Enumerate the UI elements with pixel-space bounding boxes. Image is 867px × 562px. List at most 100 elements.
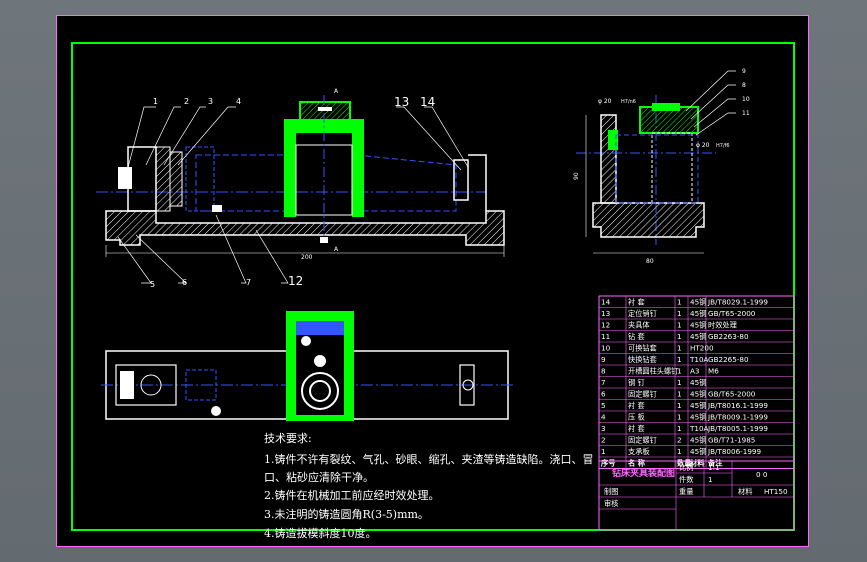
top-pin [211,406,221,416]
bom-cell: 1 [677,367,682,376]
bom-cell: 定位销钉 [628,309,657,318]
section-label: A [334,88,339,95]
bom-cell: 钢 钉 [628,378,645,387]
bom-header-cell: 名 称 [628,459,646,468]
bom-cell: 45钢 [690,447,706,456]
bom-cell: GB2263-80 [708,332,749,341]
bom-cell: 快换钻套 [628,355,657,364]
dimension-text: 200 [301,254,313,261]
bom-cell: 2 [601,436,606,445]
drawn-label: 制图 [604,487,618,496]
bom-cell: 45钢 [690,436,706,445]
bom-cell: 45钢 [690,378,706,387]
bom-cell: 1 [677,355,682,364]
material-label: 材料 [738,487,752,496]
callout-label: 12 [288,274,303,288]
bom-cell: 4 [601,413,606,422]
callout-label: 1 [153,97,158,106]
dimension-text: φ 20 [696,142,710,149]
bom-cell: 固定螺钉 [628,390,657,399]
bom-cell: 45钢 [690,332,706,341]
bom-cell: 9 [601,355,606,364]
bom-cell: 1 [677,390,682,399]
callout-label: 7 [246,278,251,287]
callout-label: 6 [182,278,187,287]
bom-cell: 1 [601,447,606,456]
bom-cell: 7 [601,378,606,387]
workpiece-outline [355,154,457,212]
bom-cell: 衬 套 [628,401,645,410]
bom-cell: GB/T71-1985 [708,436,755,445]
bom-cell: 夹具体 [628,321,650,330]
bom-cell: 1 [677,447,682,456]
bom-cell: GB/T65-2000 [708,309,756,318]
bom-cell: 衬 套 [628,424,645,433]
notes-heading: 技术要求: [264,432,312,445]
bom-cell: 1 [677,424,682,433]
dimension-text: 90 [573,172,580,180]
column-right [352,133,364,217]
pin-mark [212,205,222,212]
bom-cell: 45钢 [690,309,706,318]
section-label: A [334,246,339,253]
callout-label: 5 [150,280,155,289]
bom-cell: 45钢 [690,413,706,422]
note-line: 2.铸件在机械加工前应经时效处理。 [264,488,440,502]
bom-cell: A3 [690,367,700,376]
note-line: 4.铸造拔模斜度10度。 [264,526,377,540]
bom-cell: 45钢 [690,401,706,410]
drawing-title: 钻床夹具装配图 [612,467,675,479]
base-plate [105,210,505,246]
sheets-label: 件数 [679,475,693,484]
bom-cell: 1 [677,298,682,307]
top-drill-plate [296,321,344,335]
callout-label: 13 [394,95,409,109]
drawing-code: 0 0 [756,470,768,479]
bom-cell: 1 [677,401,682,410]
top-locator [120,371,134,399]
bom-cell: 5 [601,401,606,410]
side-bushing [652,103,680,111]
side-upright [600,114,617,204]
top-view [101,311,516,421]
bom-cell: 2 [677,436,682,445]
side-bore [651,132,693,204]
drawing-sheet: 200 A A 1 2 3 4 13 14 5 6 7 12 90 80 φ 2… [56,15,809,547]
material-value: HT150 [764,487,788,496]
weight-label: 重量 [679,487,693,496]
bom-cell: 45钢 [690,390,706,399]
bom-cell: 1 [677,344,682,353]
column-left [284,133,296,217]
bom-cell: 1 [677,378,682,387]
bom-cell: GB/T65-2000 [708,390,756,399]
side-workpiece [615,134,699,204]
bom-cell: 14 [601,298,611,307]
note-line: 口、粘砂应清除干净。 [264,470,374,484]
bom-cell: T10A [689,355,709,364]
top-screw [301,336,311,346]
bom-cell: 压 板 [628,413,645,422]
callout-label: 8 [742,82,746,89]
callout-label: 2 [184,97,189,106]
section-mark [320,237,328,243]
sheets-value: 1 [708,475,713,484]
dimension-text: 80 [646,258,654,265]
dimension-text: φ 20 [598,98,612,105]
callout-label: 9 [742,68,746,75]
bom-cell: JB/T8029.1-1999 [707,298,768,307]
tolerance-text: H7/f6 [716,143,730,149]
bom-cell: 固定螺钉 [628,436,657,445]
drawing-canvas: 200 A A 1 2 3 4 13 14 5 6 7 12 90 80 φ 2… [56,15,809,547]
end-support [468,154,487,211]
callout-label: 14 [420,95,435,109]
bom-cell: 13 [601,309,610,318]
bom-cell: 开槽圆柱头螺钉 [628,367,678,376]
bom-cell: M6 [708,367,719,376]
bom-cell: JB/T8009.1-1999 [707,413,768,422]
bom-cell: 12 [601,321,610,330]
bom-cell: T10A [689,424,709,433]
bom-cell: 6 [601,390,606,399]
workpiece-outline [195,154,287,212]
technical-notes: 技术要求: 1.铸件不许有裂纹、气孔、砂眼、缩孔、夹渣等铸造缺陷。浇口、冒 口、… [264,432,594,540]
locator-block [118,167,132,189]
